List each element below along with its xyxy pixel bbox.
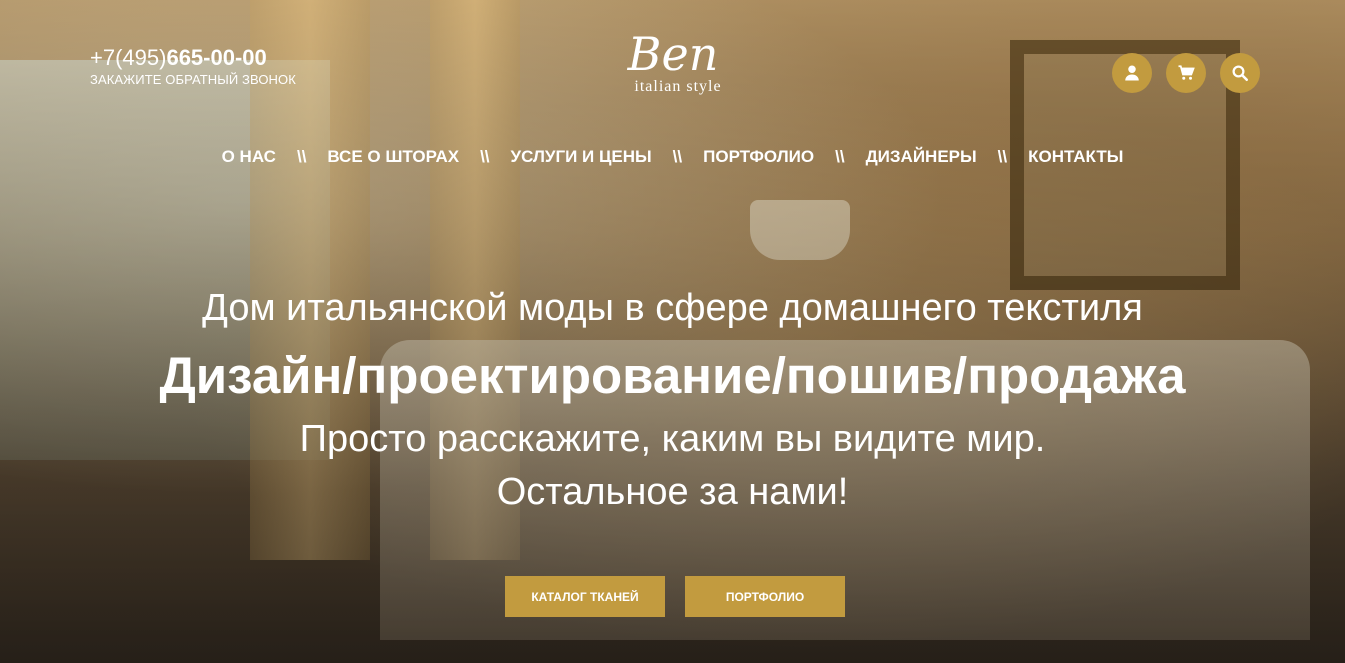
phone-main: 665-00-00 [166, 45, 267, 70]
phone-number[interactable]: +7(495)665-00-00 [90, 45, 296, 71]
callback-link[interactable]: ЗАКАЖИТЕ ОБРАТНЫЙ ЗВОНОК [90, 72, 296, 87]
nav-separator: \\ [672, 147, 683, 166]
logo[interactable]: Ben italian style [608, 26, 738, 96]
main-nav: О НАС \\ ВСЕ О ШТОРАХ \\ УСЛУГИ И ЦЕНЫ \… [0, 147, 1345, 167]
hero-headline: Дом итальянской моды в сфере домашнего т… [202, 287, 1143, 329]
hero-services: Дизайн/проектирование/пошив/продажа [159, 347, 1186, 404]
nav-item-services[interactable]: УСЛУГИ И ЦЕНЫ [511, 147, 652, 167]
nav-separator: \\ [835, 147, 845, 166]
logo-wordmark: Ben [627, 27, 719, 81]
nav-item-curtains[interactable]: ВСЕ О ШТОРАХ [327, 147, 459, 167]
nav-item-designers[interactable]: ДИЗАЙНЕРЫ [866, 147, 977, 167]
search-icon[interactable] [1220, 53, 1260, 93]
hero-buttons: КАТАЛОГ ТКАНЕЙ ПОРТФОЛИО [505, 576, 845, 617]
nav-separator: \\ [296, 147, 307, 166]
nav-item-portfolio[interactable]: ПОРТФОЛИО [703, 147, 814, 167]
header-actions [1112, 53, 1260, 93]
nav-separator: \\ [480, 147, 490, 166]
cart-icon[interactable] [1166, 53, 1206, 93]
contact-block: +7(495)665-00-00 ЗАКАЖИТЕ ОБРАТНЫЙ ЗВОНО… [90, 45, 296, 87]
phone-prefix: +7(495) [90, 45, 167, 70]
nav-item-contacts[interactable]: КОНТАКТЫ [1028, 147, 1123, 167]
nav-item-about[interactable]: О НАС [222, 147, 276, 167]
user-icon[interactable] [1112, 53, 1152, 93]
portfolio-button[interactable]: ПОРТФОЛИО [685, 576, 845, 617]
hero-tagline: Просто расскажите, каким вы видите мир. … [299, 418, 1046, 513]
catalog-button[interactable]: КАТАЛОГ ТКАНЕЙ [505, 576, 665, 617]
nav-separator: \\ [997, 147, 1008, 166]
